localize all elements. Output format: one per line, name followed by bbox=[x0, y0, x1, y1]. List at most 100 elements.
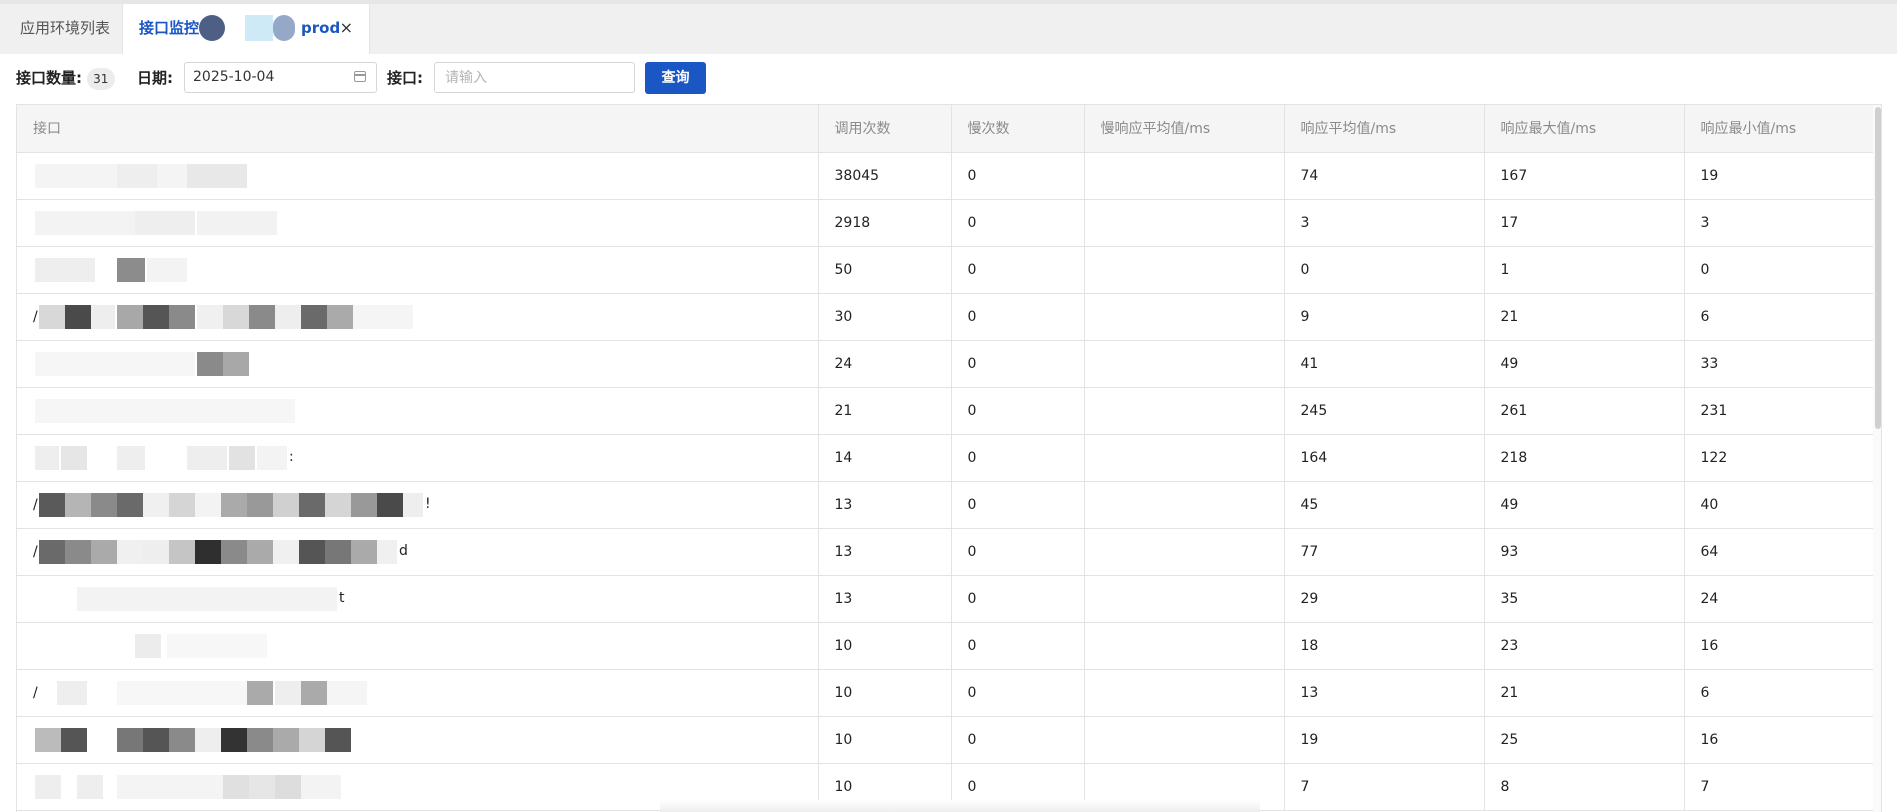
redacted-path-block bbox=[147, 257, 187, 282]
table-row[interactable]: 2918 0 3 17 3 bbox=[17, 199, 1881, 247]
date-picker[interactable]: 2025-10-04 bbox=[184, 62, 377, 93]
cell-api-text: / bbox=[33, 496, 38, 513]
redacted-path-block bbox=[65, 304, 91, 329]
table-scrollbar[interactable] bbox=[1873, 105, 1881, 812]
redacted-path-block bbox=[223, 774, 249, 799]
redacted-path-block bbox=[275, 304, 301, 329]
cell-slow: 0 bbox=[951, 528, 1085, 576]
redacted-path-block bbox=[247, 727, 273, 752]
cell-calls: 2918 bbox=[818, 199, 952, 247]
col-header-slow: 慢次数 bbox=[951, 105, 1085, 153]
cell-avg: 7 bbox=[1284, 763, 1485, 811]
cell-slow: 0 bbox=[951, 340, 1085, 388]
redacted-path-block bbox=[221, 539, 247, 564]
redacted-path-block bbox=[195, 539, 221, 564]
table-row[interactable]: 24 0 41 49 33 bbox=[17, 340, 1881, 388]
table-row[interactable]: t 13 0 29 35 24 bbox=[17, 575, 1881, 623]
cell-avg: 13 bbox=[1284, 669, 1485, 717]
table-row[interactable]: 10 0 19 25 16 bbox=[17, 716, 1881, 764]
table-header-row: 接口 调用次数 慢次数 慢响应平均值/ms 响应平均值/ms 响应最大值/ms … bbox=[17, 105, 1881, 153]
redacted-path-block bbox=[275, 774, 301, 799]
cell-calls: 50 bbox=[818, 246, 952, 294]
cell-slow-avg bbox=[1084, 622, 1285, 670]
cell-calls: 13 bbox=[818, 481, 952, 529]
cell-min: 33 bbox=[1684, 340, 1881, 388]
cell-slow: 0 bbox=[951, 152, 1085, 200]
table-row[interactable]: / d 13 0 77 93 64 bbox=[17, 528, 1881, 576]
redacted-env-name-3 bbox=[273, 15, 295, 41]
redacted-path-block bbox=[325, 492, 351, 517]
table-row[interactable]: 21 0 245 261 231 bbox=[17, 387, 1881, 435]
cell-max: 23 bbox=[1484, 622, 1685, 670]
cell-api: : bbox=[17, 434, 819, 482]
redacted-path-block bbox=[169, 539, 195, 564]
redacted-path-block bbox=[327, 304, 353, 329]
col-header-min: 响应最小值/ms bbox=[1684, 105, 1881, 153]
redacted-path-tail: : bbox=[289, 448, 294, 465]
redacted-path-block bbox=[35, 774, 61, 799]
date-value: 2025-10-04 bbox=[193, 69, 275, 85]
bottom-shadow bbox=[660, 800, 1260, 812]
redacted-path-block bbox=[249, 304, 275, 329]
cell-max: 93 bbox=[1484, 528, 1685, 576]
cell-calls: 10 bbox=[818, 622, 952, 670]
redacted-path-block bbox=[77, 774, 103, 799]
redacted-path-block bbox=[117, 492, 143, 517]
cell-slow: 0 bbox=[951, 199, 1085, 247]
table-row[interactable]: / 30 0 9 21 6 bbox=[17, 293, 1881, 341]
redacted-path-block bbox=[351, 539, 377, 564]
cell-max: 49 bbox=[1484, 481, 1685, 529]
cell-avg: 18 bbox=[1284, 622, 1485, 670]
redacted-path-block bbox=[197, 210, 277, 235]
redacted-path-block bbox=[143, 727, 169, 752]
redacted-path-block bbox=[325, 727, 351, 752]
cell-slow: 0 bbox=[951, 481, 1085, 529]
query-button[interactable]: 查询 bbox=[645, 62, 706, 94]
cell-slow: 0 bbox=[951, 669, 1085, 717]
redacted-path-block bbox=[273, 727, 299, 752]
redacted-env-name bbox=[199, 15, 225, 41]
redacted-path-block bbox=[167, 633, 267, 658]
api-search-input[interactable] bbox=[443, 63, 627, 92]
table-row[interactable]: 10 0 18 23 16 bbox=[17, 622, 1881, 670]
cell-min: 19 bbox=[1684, 152, 1881, 200]
redacted-path-block bbox=[299, 492, 325, 517]
cell-api bbox=[17, 387, 819, 435]
redacted-path-block bbox=[65, 539, 91, 564]
calendar-icon[interactable] bbox=[354, 71, 366, 82]
redacted-path-block bbox=[169, 727, 195, 752]
api-label-wrap: 接口: bbox=[387, 63, 423, 93]
redacted-path-block bbox=[273, 492, 299, 517]
table-scrollbar-thumb[interactable] bbox=[1875, 107, 1881, 429]
redacted-path-block bbox=[257, 445, 287, 470]
table-row[interactable]: / 10 0 13 21 6 bbox=[17, 669, 1881, 717]
table-row[interactable]: : 14 0 164 218 122 bbox=[17, 434, 1881, 482]
col-header-slow-avg: 慢响应平均值/ms bbox=[1084, 105, 1285, 153]
redacted-path-block bbox=[195, 492, 221, 517]
redacted-path-block bbox=[187, 163, 247, 188]
tab-api-monitor[interactable]: 接口监控 - prod × bbox=[122, 4, 370, 54]
cell-slow-avg bbox=[1084, 199, 1285, 247]
cell-slow: 0 bbox=[951, 387, 1085, 435]
col-header-max: 响应最大值/ms bbox=[1484, 105, 1685, 153]
cell-avg: 19 bbox=[1284, 716, 1485, 764]
table-row[interactable]: 38045 0 74 167 19 bbox=[17, 152, 1881, 200]
redacted-path-block bbox=[117, 727, 143, 752]
cell-api-text: / bbox=[33, 684, 38, 701]
redacted-path-block bbox=[117, 304, 143, 329]
table-row[interactable]: /! 13 0 45 49 40 bbox=[17, 481, 1881, 529]
redacted-path-block bbox=[65, 492, 91, 517]
api-count-badge: 31 bbox=[86, 67, 115, 90]
filter-toolbar: 接口数量: 31 日期: 2025-10-04 接口: 查询 bbox=[0, 54, 1897, 104]
redacted-path-block bbox=[351, 492, 377, 517]
table-row[interactable]: 50 0 0 1 0 bbox=[17, 246, 1881, 294]
tab-app-env-list[interactable]: 应用环境列表 bbox=[0, 4, 122, 54]
cell-api: / d bbox=[17, 528, 819, 576]
redacted-path-block bbox=[301, 774, 341, 799]
close-icon[interactable]: × bbox=[340, 4, 353, 52]
cell-api bbox=[17, 622, 819, 670]
redacted-path-block bbox=[35, 727, 61, 752]
cell-api: / bbox=[17, 669, 819, 717]
redacted-path-block bbox=[299, 727, 325, 752]
date-label-wrap: 日期: bbox=[137, 63, 173, 93]
